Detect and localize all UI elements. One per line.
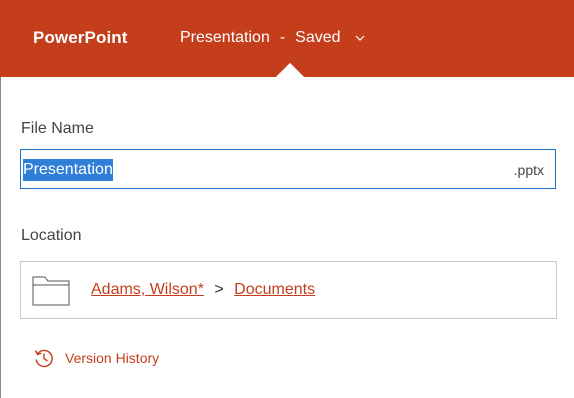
location-label: Location	[21, 227, 82, 244]
file-details-panel: File Name Presentation .pptx Location Ad…	[0, 77, 574, 398]
location-field: Adams, Wilson* > Documents	[20, 261, 557, 319]
chevron-down-icon	[355, 33, 365, 43]
history-icon	[34, 349, 53, 368]
file-name-input[interactable]: Presentation	[23, 159, 113, 181]
document-title-dropdown[interactable]: Presentation - Saved	[180, 29, 365, 47]
save-status: Saved	[295, 29, 341, 46]
location-folder-link[interactable]: Documents	[234, 281, 315, 298]
title-separator: -	[279, 29, 286, 46]
location-path: Adams, Wilson* > Documents	[91, 281, 315, 299]
path-separator: >	[214, 281, 224, 298]
file-info-popup: PowerPoint Presentation - Saved File Nam…	[0, 0, 574, 398]
location-owner-link[interactable]: Adams, Wilson*	[91, 281, 204, 298]
folder-icon	[32, 276, 70, 306]
file-name-label: File Name	[21, 120, 94, 137]
app-name: PowerPoint	[33, 28, 128, 47]
file-extension: .pptx	[513, 162, 544, 178]
version-history-button[interactable]: Version History	[33, 347, 159, 369]
version-history-label: Version History	[65, 350, 160, 366]
document-title: Presentation	[180, 29, 270, 46]
file-name-field[interactable]: Presentation .pptx	[20, 149, 556, 189]
